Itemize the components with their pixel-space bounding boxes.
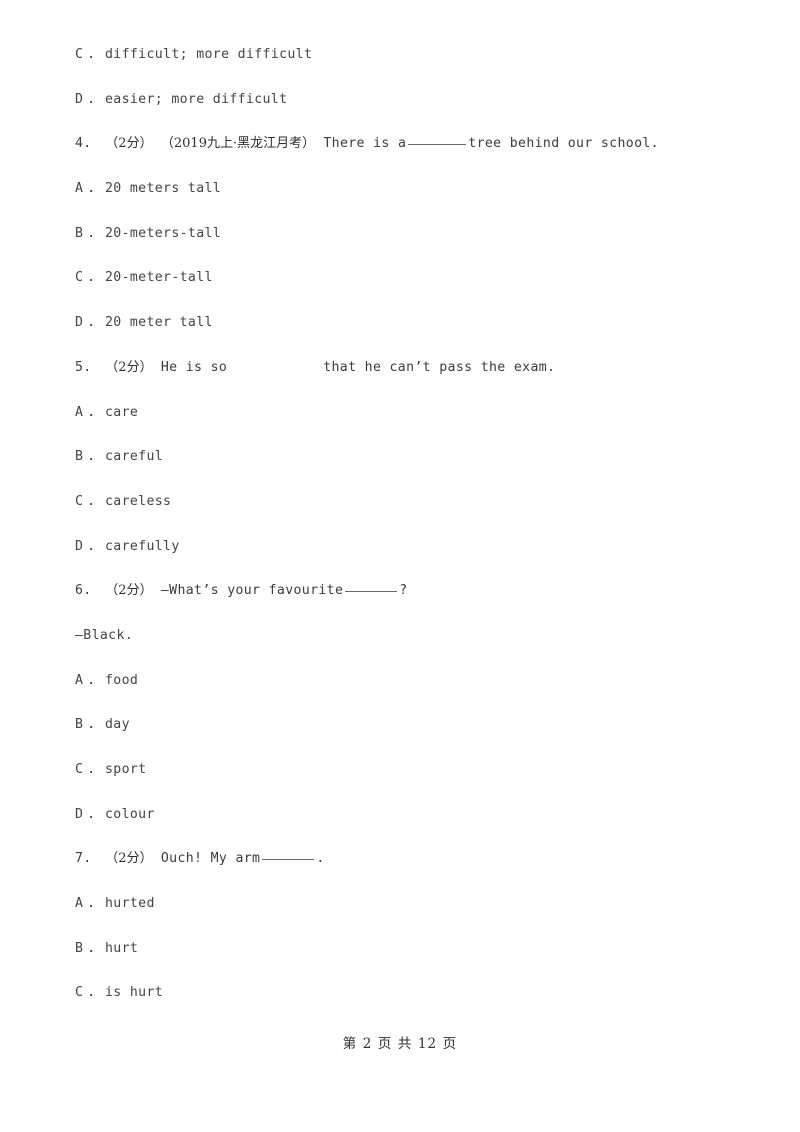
option-text: easier; more difficult <box>105 91 288 107</box>
option-letter: C <box>75 270 84 286</box>
option-row[interactable]: B ． careful <box>75 446 740 491</box>
option-letter: B <box>75 717 84 733</box>
option-text: sport <box>105 762 147 777</box>
option-text: is hurt <box>105 985 164 1001</box>
option-separator: ． <box>88 315 102 331</box>
option-row[interactable]: D ． 20 meter tall <box>75 312 740 357</box>
question-points: （2分） <box>105 359 153 375</box>
option-text: 20-meters-tall <box>105 225 222 241</box>
option-separator: ． <box>88 806 102 822</box>
option-separator: ． <box>88 762 102 777</box>
option-row[interactable]: A ． food <box>75 670 740 715</box>
option-separator: ． <box>88 717 102 733</box>
option-text: food <box>105 672 139 688</box>
option-row[interactable]: C ． 20-meter-tall <box>75 267 740 312</box>
option-text: difficult; more difficult <box>105 47 313 62</box>
question-row: 6. （2分） —What’s your favourite? <box>75 580 740 625</box>
option-row[interactable]: A ． 20 meters tall <box>75 178 740 223</box>
option-letter: B <box>75 225 84 241</box>
option-separator: ． <box>88 985 102 1001</box>
question-text-before-blank: There is a <box>323 136 407 152</box>
option-letter: C <box>75 762 84 777</box>
option-row[interactable]: B ． 20-meters-tall <box>75 223 740 268</box>
question-number: 5. <box>75 359 92 375</box>
option-separator: ． <box>88 47 102 62</box>
option-letter: A <box>75 672 84 688</box>
option-row[interactable]: B ． hurt <box>75 938 740 983</box>
option-letter: D <box>75 538 84 554</box>
question-points: （2分） <box>105 583 153 599</box>
question-source-tag: （2019九上·黑龙江月考） <box>160 136 316 152</box>
option-letter: B <box>75 449 84 465</box>
option-letter: D <box>75 806 84 822</box>
option-text: careful <box>105 449 164 465</box>
option-letter: B <box>75 940 84 956</box>
question-text-after-blank: tree behind our school. <box>468 136 659 152</box>
question-number: 6. <box>75 583 92 599</box>
option-separator: ． <box>88 181 102 197</box>
option-row[interactable]: C ． difficult; more difficult <box>75 44 740 89</box>
option-letter: A <box>75 896 84 912</box>
option-letter: C <box>75 985 84 1001</box>
question-number: 7. <box>75 851 92 867</box>
option-separator: ． <box>88 940 102 956</box>
option-text: day <box>105 717 130 733</box>
document-page: C ． difficult; more difficult D ． easier; mor… <box>0 0 800 1132</box>
option-separator: ． <box>88 449 102 465</box>
answer-blank[interactable] <box>408 144 467 146</box>
question-points: （2分） <box>105 851 153 867</box>
option-letter: D <box>75 91 84 107</box>
option-text: colour <box>105 806 155 822</box>
answer-blank[interactable] <box>262 859 315 861</box>
page-footer: 第 2 页 共 12 页 <box>342 1036 458 1052</box>
option-text: carefully <box>105 538 180 554</box>
page-content: C ． difficult; more difficult D ． easier; mor… <box>75 44 740 1027</box>
question-text-after-blank: . <box>316 851 325 867</box>
option-row[interactable]: C ． careless <box>75 491 740 536</box>
option-separator: ． <box>88 896 102 912</box>
option-letter: C <box>75 493 84 509</box>
option-separator: ． <box>88 404 102 420</box>
option-row[interactable]: A ． care <box>75 402 740 447</box>
option-letter: A <box>75 404 84 420</box>
option-separator: ． <box>88 538 102 554</box>
question-row: 4. （2分） （2019九上·黑龙江月考） There is a tree be… <box>75 133 740 178</box>
option-letter: D <box>75 315 84 331</box>
answer-blank[interactable] <box>345 591 398 593</box>
question-row: 7. （2分） Ouch! My arm. <box>75 848 740 893</box>
option-text: hurted <box>105 896 155 912</box>
option-separator: ． <box>88 270 102 286</box>
question-text-before-blank: He is so <box>160 359 228 375</box>
option-separator: ． <box>88 672 102 688</box>
option-text: hurt <box>105 940 139 956</box>
option-row[interactable]: D ． easier; more difficult <box>75 89 740 134</box>
option-text: 20 meters tall <box>105 181 222 197</box>
option-row[interactable]: D ． carefully <box>75 536 740 581</box>
question-number: 4. <box>75 136 92 152</box>
option-separator: ． <box>88 493 102 509</box>
option-letter: A <box>75 181 84 197</box>
question-text-before-blank: —What’s your favourite <box>160 583 344 599</box>
option-text: 20-meter-tall <box>105 270 213 286</box>
option-text: careless <box>105 493 172 509</box>
dialogue-answer-line: —Black. <box>75 627 134 643</box>
option-separator: ． <box>88 225 102 241</box>
option-row[interactable]: C ． is hurt <box>75 982 740 1027</box>
option-text: 20 meter tall <box>105 315 213 331</box>
question-text-before-blank: Ouch! My arm <box>160 851 261 867</box>
question-row: 5. （2分） He is so that he can’t pass the e… <box>75 357 740 402</box>
question-text-after-blank: that he can’t pass the exam. <box>323 359 556 375</box>
question-points: （2分） <box>105 136 153 152</box>
option-separator: ． <box>88 91 102 107</box>
option-row[interactable]: C ． sport <box>75 759 740 804</box>
option-letter: C <box>75 47 84 62</box>
option-row[interactable]: D ． colour <box>75 804 740 849</box>
question-text-after-blank: ? <box>399 583 408 599</box>
option-text: care <box>105 404 139 420</box>
option-row[interactable]: B ． day <box>75 714 740 759</box>
option-row[interactable]: A ． hurted <box>75 893 740 938</box>
